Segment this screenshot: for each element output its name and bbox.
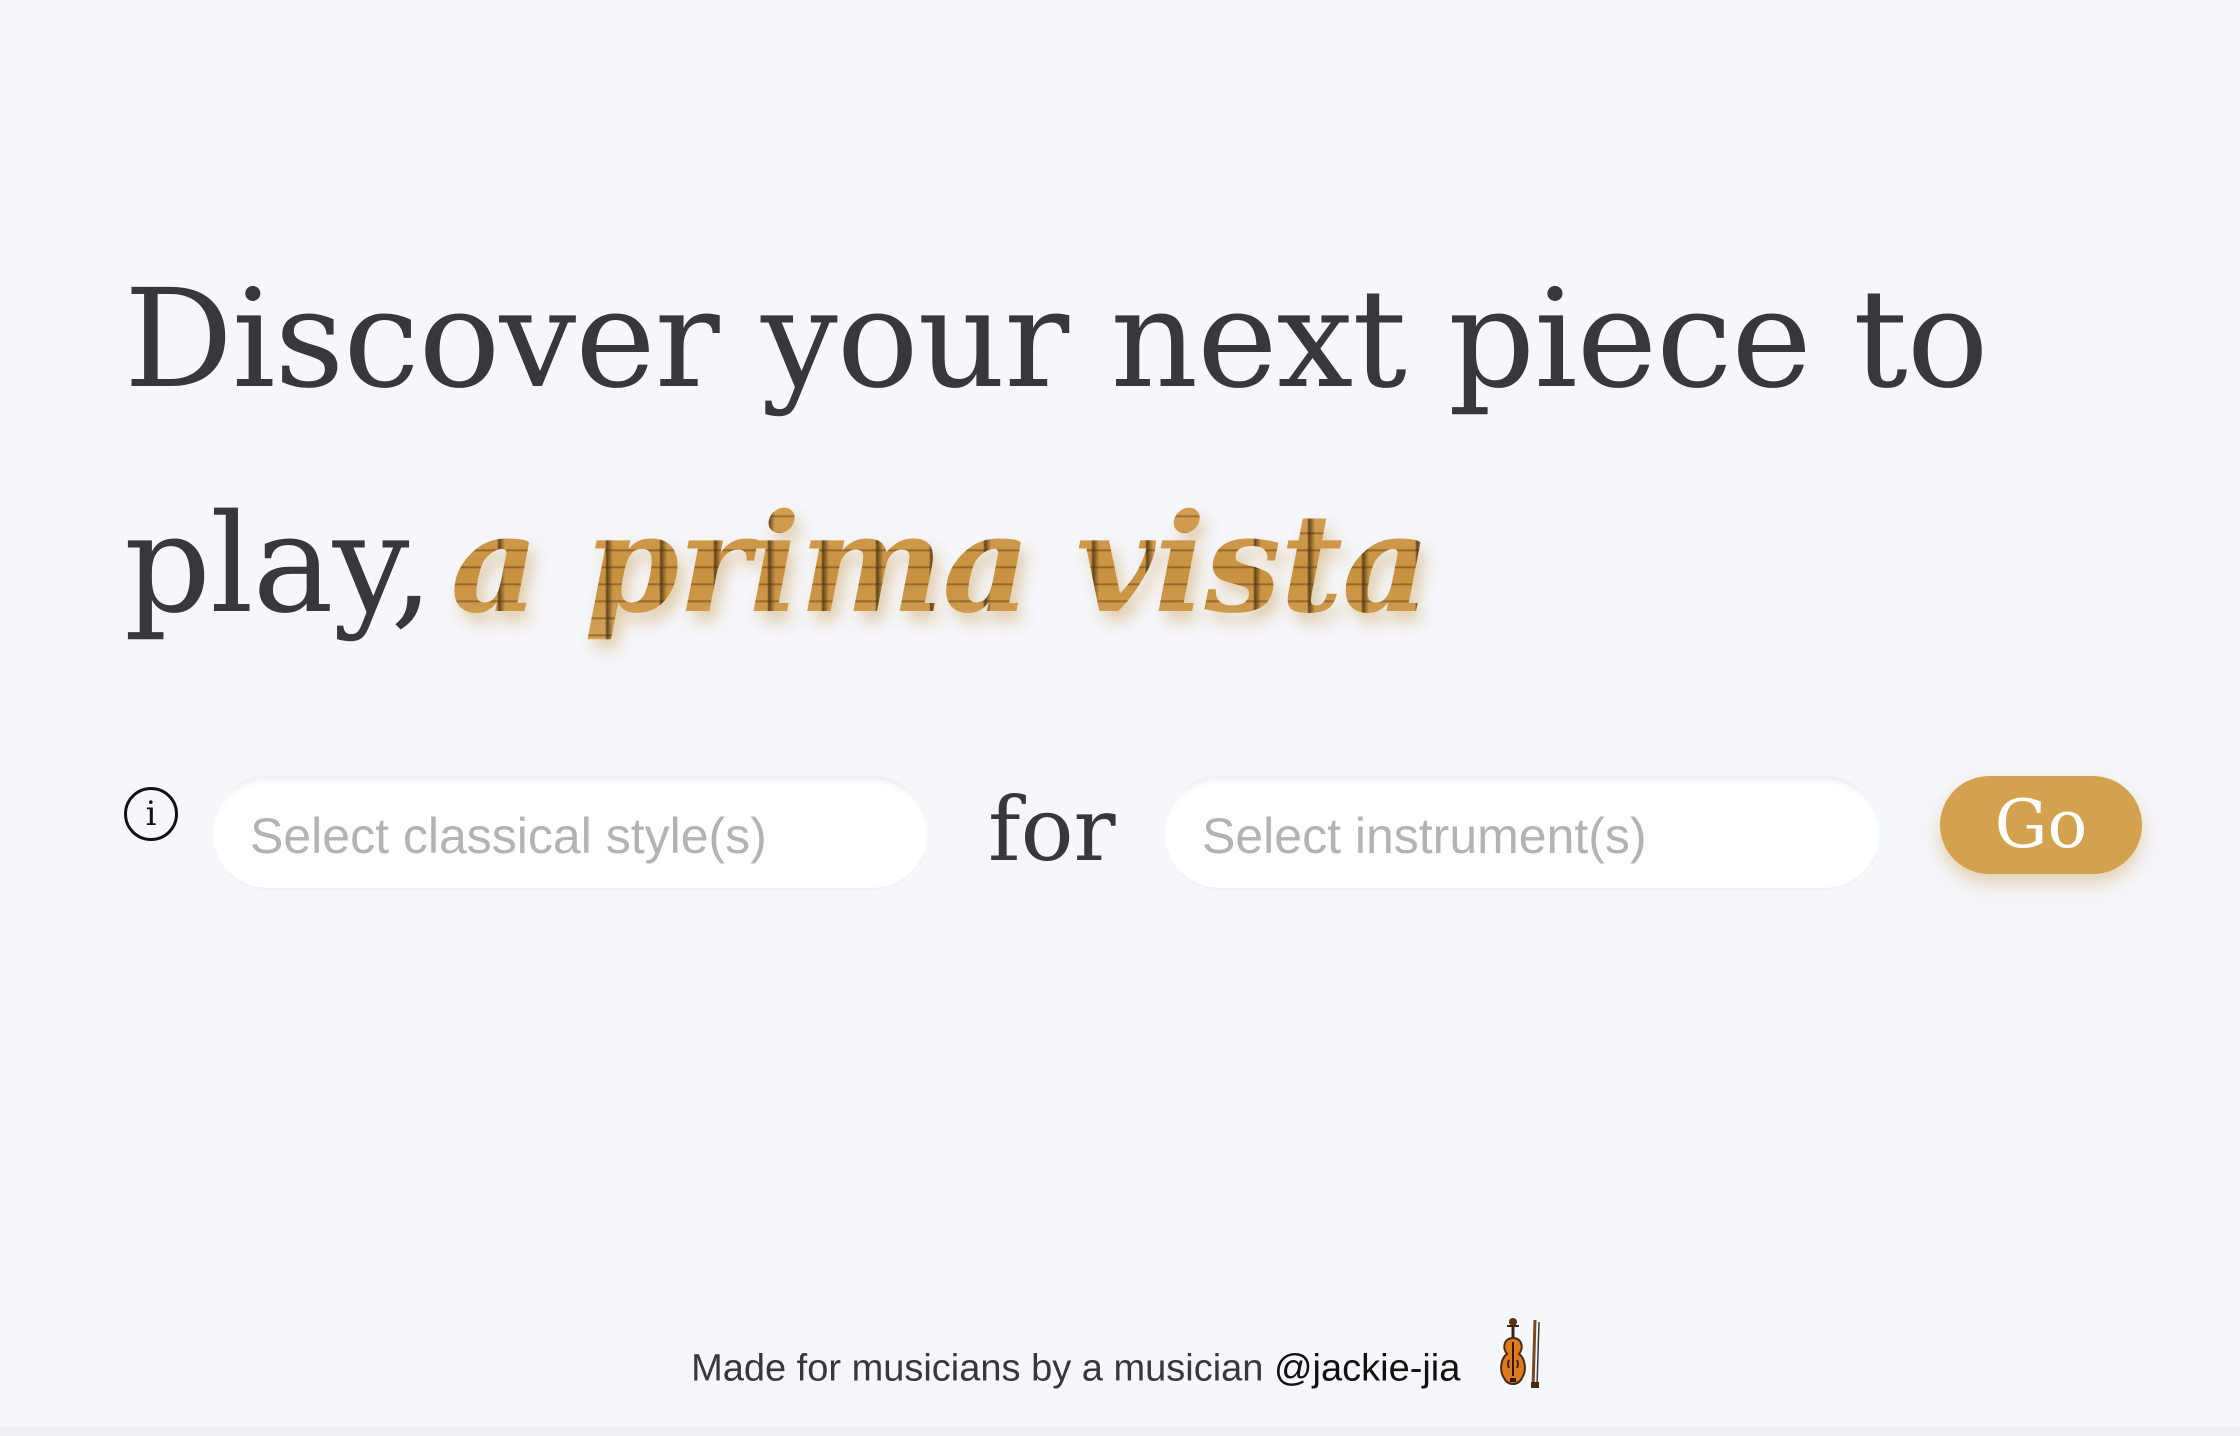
violin-icon — [1493, 1316, 1549, 1415]
bottom-edge — [0, 1426, 2240, 1436]
hero-line-1: Discover your next piece to — [124, 261, 1989, 419]
footer-text: Made for musicians by a musician — [691, 1347, 1264, 1390]
hero-line-2: play, a prima vista — [124, 452, 2124, 677]
hero-line-2-lead: play, — [124, 486, 434, 644]
style-select[interactable] — [212, 776, 928, 888]
hero-headline: Discover your next piece to play, a prima… — [124, 228, 2124, 677]
search-row: i for Go — [122, 776, 2142, 894]
instrument-select[interactable] — [1164, 776, 1880, 888]
info-icon[interactable]: i — [124, 787, 178, 841]
connector-text: for — [988, 778, 1116, 881]
instrument-select-input[interactable] — [1200, 798, 1844, 866]
hero-accent-text: a prima vista — [450, 484, 1430, 644]
style-select-input[interactable] — [248, 798, 892, 866]
author-link[interactable]: @jackie-jia — [1274, 1348, 1460, 1390]
go-button[interactable]: Go — [1940, 776, 2142, 874]
footer: Made for musicians by a musician @jackie… — [0, 1318, 2240, 1415]
